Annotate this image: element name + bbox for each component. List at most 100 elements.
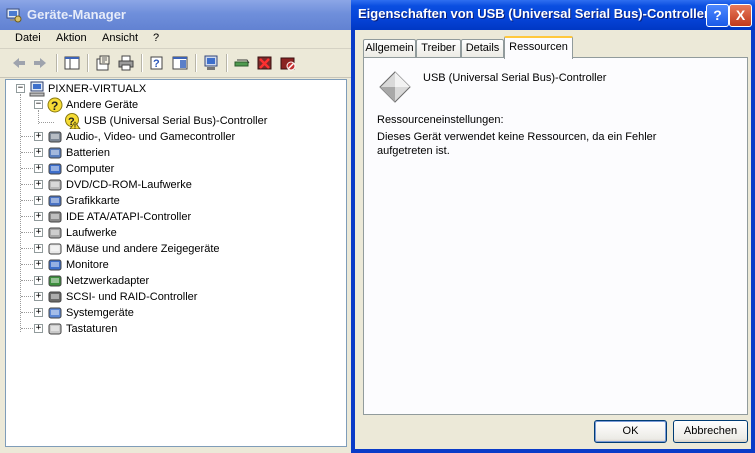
- tree-group-label: DVD/CD-ROM-Laufwerke: [66, 179, 192, 191]
- audio-video-game-icon: [48, 131, 62, 143]
- tree-group[interactable]: Systemgeräte: [47, 305, 134, 321]
- tree-item-usb-controller[interactable]: ?! USB (Universal Serial Bus)-Controller: [65, 113, 268, 129]
- show-hide-console-tree-icon[interactable]: [63, 54, 81, 72]
- computer-icon: [29, 81, 45, 97]
- tree-connector: [21, 312, 33, 313]
- device-manager-titlebar[interactable]: Geräte-Manager: [0, 0, 352, 30]
- expand-toggle[interactable]: +: [34, 276, 43, 285]
- properties-dialog-title: Eigenschaften von USB (Universal Serial …: [358, 6, 710, 21]
- tree-group[interactable]: Monitore: [47, 257, 109, 273]
- tab-allgemein[interactable]: Allgemein: [363, 39, 416, 57]
- device-name: USB (Universal Serial Bus)-Controller: [423, 72, 607, 84]
- tree-group-label: IDE ATA/ATAPI-Controller: [66, 211, 192, 223]
- tree-group-label: Systemgeräte: [66, 307, 134, 319]
- tree-group-label: Batterien: [66, 147, 111, 159]
- tree-connector: [21, 168, 33, 169]
- tree-group[interactable]: DVD/CD-ROM-Laufwerke: [47, 177, 192, 193]
- expand-toggle[interactable]: +: [34, 196, 43, 205]
- scsi-controller-icon: [48, 291, 62, 303]
- svg-text:?: ?: [153, 58, 160, 70]
- expand-toggle[interactable]: +: [34, 292, 43, 301]
- device-tree[interactable]: − PIXNER-VIRTUALX − ? Andere Geräte ?! U…: [5, 79, 347, 447]
- tree-group[interactable]: Audio-, Video- und Gamecontroller: [47, 129, 235, 145]
- tree-group-label: Mäuse und andere Zeigegeräte: [66, 243, 220, 255]
- tree-group[interactable]: Mäuse und andere Zeigegeräte: [47, 241, 220, 257]
- tree-group[interactable]: Computer: [47, 161, 114, 177]
- tree-group-label: Grafikkarte: [66, 195, 120, 207]
- toolbar-separator: [87, 54, 89, 72]
- tab-details[interactable]: Details: [461, 39, 504, 57]
- properties-icon[interactable]: [94, 54, 112, 72]
- expand-toggle[interactable]: +: [34, 228, 43, 237]
- tab-ressourcen[interactable]: Ressourcen: [504, 36, 573, 59]
- expand-toggle[interactable]: +: [34, 260, 43, 269]
- toolbar-separator: [56, 54, 58, 72]
- tree-group[interactable]: Netzwerkadapter: [47, 273, 149, 289]
- expand-toggle[interactable]: +: [34, 180, 43, 189]
- generic-device-icon: [379, 71, 411, 103]
- tree-connector: [21, 152, 33, 153]
- properties-dialog: Eigenschaften von USB (Universal Serial …: [351, 0, 755, 453]
- tree-item-label: USB (Universal Serial Bus)-Controller: [84, 115, 268, 127]
- print-icon[interactable]: [117, 54, 135, 72]
- uninstall-icon[interactable]: [256, 54, 274, 72]
- tree-group-other-devices[interactable]: ? Andere Geräte: [47, 97, 138, 113]
- toolbar-separator: [195, 54, 197, 72]
- menu-help[interactable]: ?: [153, 32, 159, 44]
- tree-group-label: SCSI- und RAID-Controller: [66, 291, 198, 303]
- expand-toggle[interactable]: +: [34, 324, 43, 333]
- tree-group[interactable]: Grafikkarte: [47, 193, 120, 209]
- tree-connector: [21, 264, 33, 265]
- toolbar-separator: [141, 54, 143, 72]
- help-icon[interactable]: ?: [148, 54, 166, 72]
- tree-root[interactable]: PIXNER-VIRTUALX: [29, 81, 146, 97]
- system-device-icon: [48, 307, 62, 319]
- help-button[interactable]: ?: [706, 4, 729, 27]
- window-view-icon[interactable]: [171, 54, 189, 72]
- tree-group[interactable]: Tastaturen: [47, 321, 117, 337]
- expand-toggle[interactable]: +: [34, 212, 43, 221]
- computer-icon: [48, 163, 62, 175]
- tree-group-label: Laufwerke: [66, 227, 117, 239]
- tree-connector: [21, 232, 33, 233]
- resources-panel: USB (Universal Serial Bus)-Controller Re…: [363, 57, 748, 415]
- unknown-device-warning-icon: ?!: [65, 113, 81, 129]
- toolbar: ?: [0, 49, 352, 78]
- menu-ansicht[interactable]: Ansicht: [102, 32, 138, 44]
- tree-group[interactable]: IDE ATA/ATAPI-Controller: [47, 209, 191, 225]
- tree-connector: [21, 136, 33, 137]
- scan-hardware-changes-icon[interactable]: [202, 54, 220, 72]
- expand-toggle[interactable]: +: [34, 148, 43, 157]
- dvd-drive-icon: [48, 179, 62, 191]
- svg-text:?: ?: [51, 99, 58, 113]
- other-devices-collapse-toggle[interactable]: −: [34, 100, 43, 109]
- expand-toggle[interactable]: +: [34, 308, 43, 317]
- menu-datei[interactable]: Datei: [15, 32, 41, 44]
- keyboard-icon: [48, 323, 62, 335]
- menu-aktion[interactable]: Aktion: [56, 32, 87, 44]
- tree-connector: [21, 248, 33, 249]
- tree-group[interactable]: Laufwerke: [47, 225, 117, 241]
- back-arrow-icon[interactable]: [10, 54, 28, 72]
- expand-toggle[interactable]: +: [34, 132, 43, 141]
- tree-connector: [21, 184, 33, 185]
- tab-treiber[interactable]: Treiber: [416, 39, 461, 57]
- update-driver-icon[interactable]: [233, 54, 251, 72]
- properties-dialog-titlebar[interactable]: Eigenschaften von USB (Universal Serial …: [351, 0, 755, 30]
- root-collapse-toggle[interactable]: −: [16, 84, 25, 93]
- tree-connector: [21, 280, 33, 281]
- tree-group-label: Monitore: [66, 259, 109, 271]
- disable-device-icon[interactable]: [279, 54, 297, 72]
- expand-toggle[interactable]: +: [34, 164, 43, 173]
- tree-group[interactable]: Batterien: [47, 145, 110, 161]
- resource-settings-label: Ressourceneinstellungen:: [377, 114, 504, 126]
- ok-button[interactable]: OK: [594, 420, 667, 443]
- tree-group-label: Andere Geräte: [66, 99, 139, 111]
- cancel-button[interactable]: Abbrechen: [673, 420, 748, 443]
- question-mark-icon: ?: [47, 97, 63, 113]
- expand-toggle[interactable]: +: [34, 244, 43, 253]
- tree-group[interactable]: SCSI- und RAID-Controller: [47, 289, 197, 305]
- monitor-icon: [48, 259, 62, 271]
- close-button[interactable]: X: [729, 4, 752, 27]
- forward-arrow-icon[interactable]: [31, 54, 49, 72]
